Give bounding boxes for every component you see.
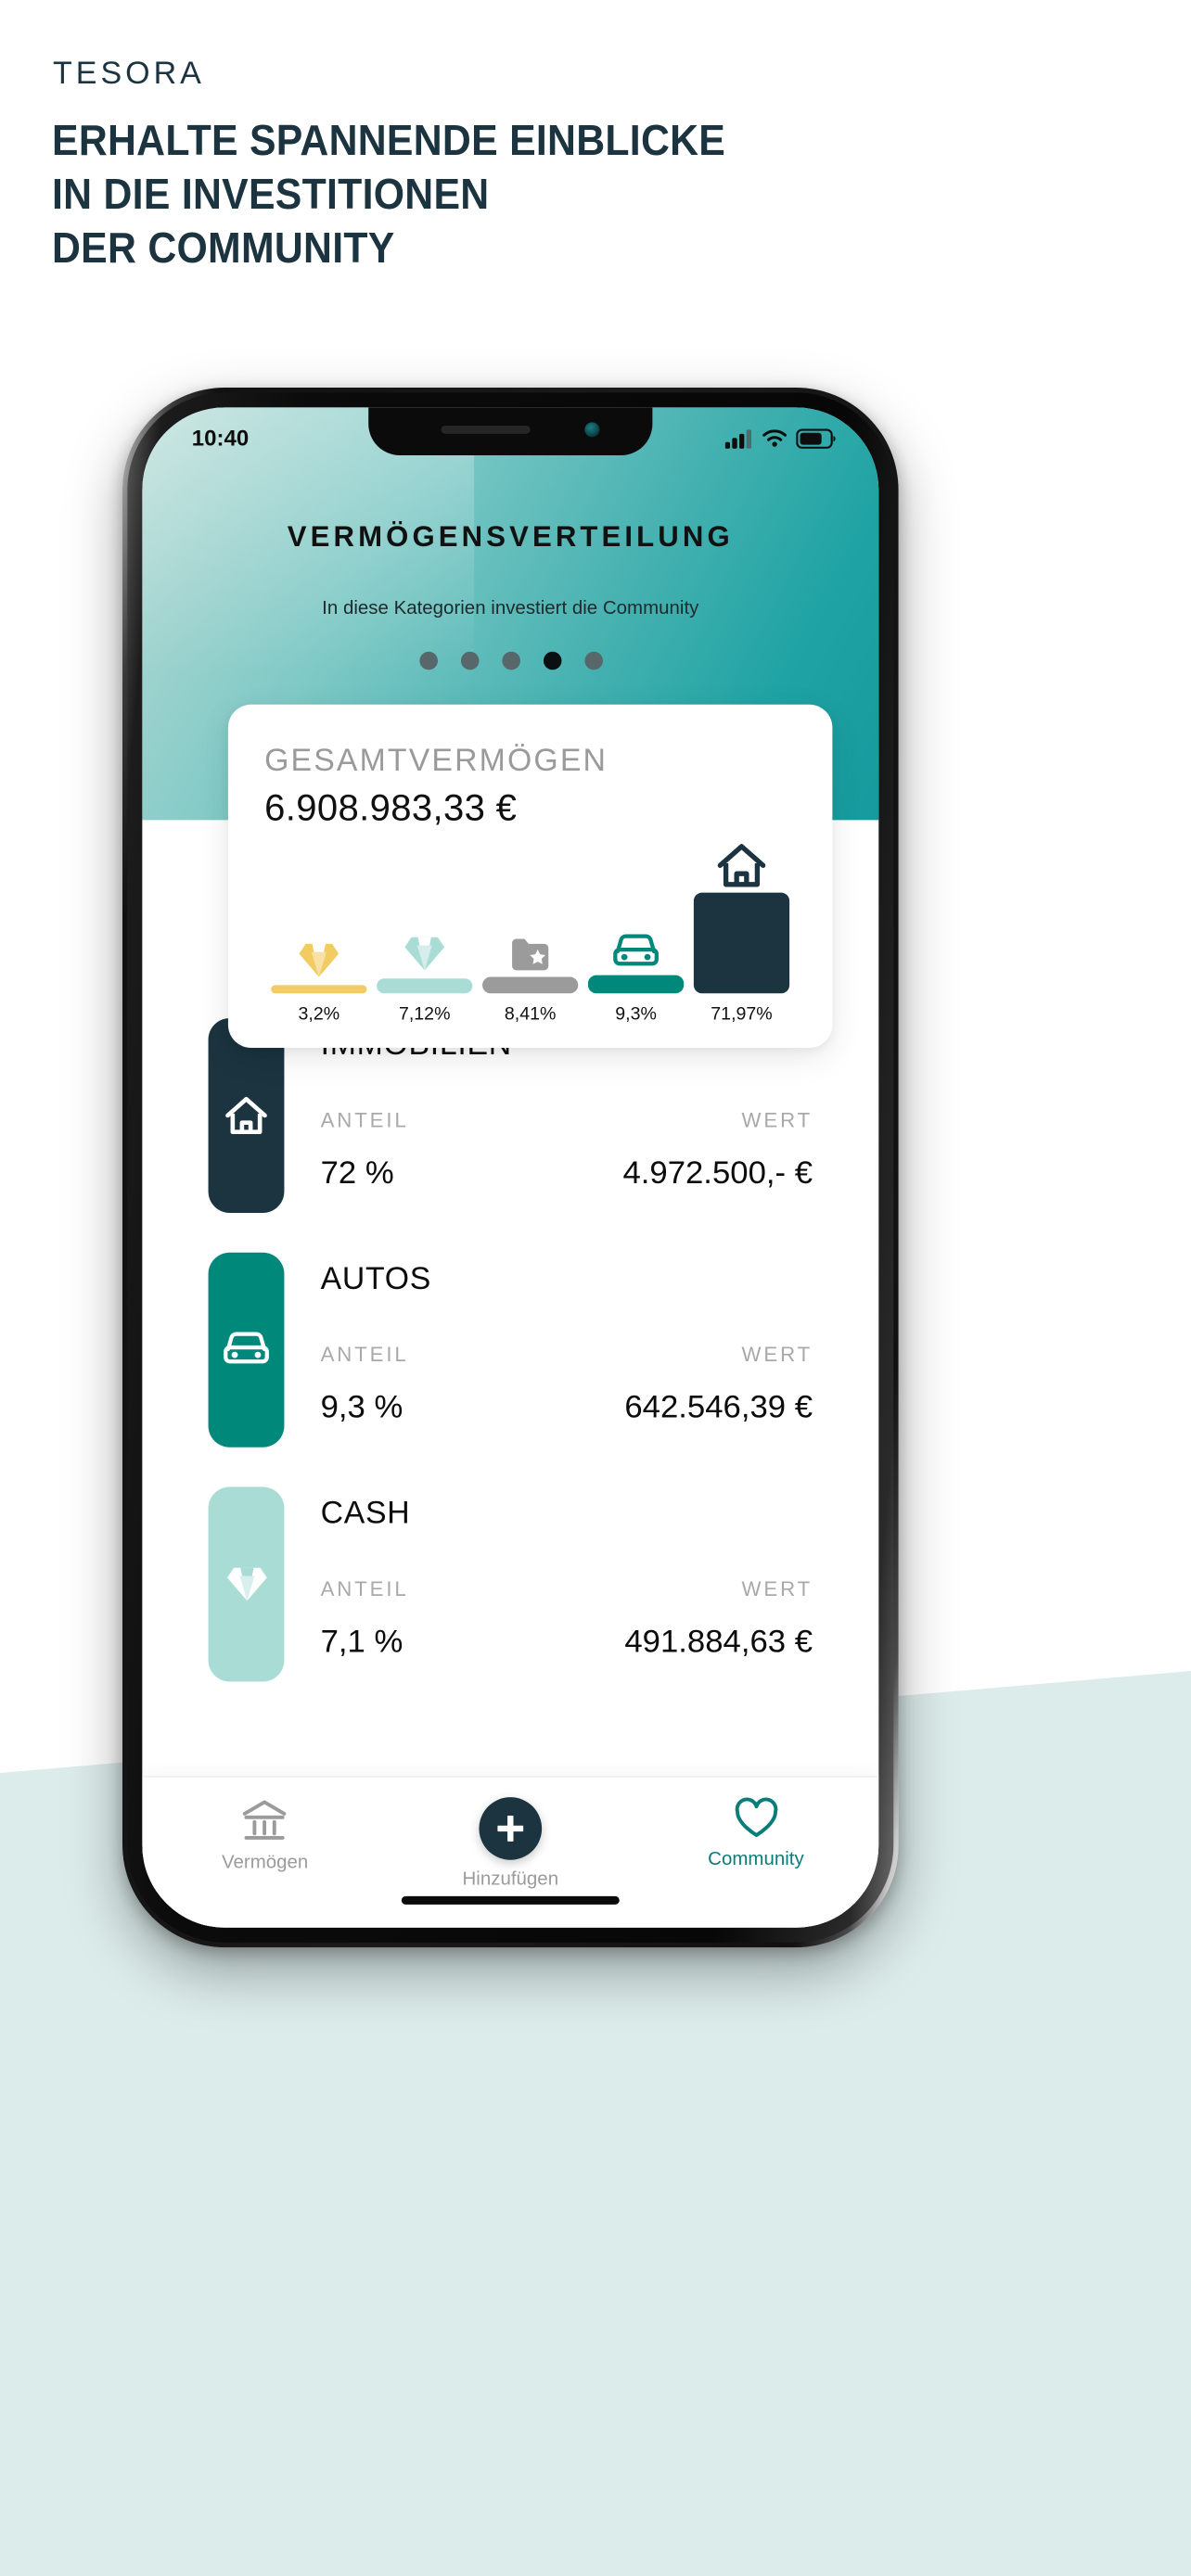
chart-bar-label: 71,97% xyxy=(711,1004,773,1026)
list-item[interactable]: CASH ANTEIL WERT 7,1 % 491.884,63 € xyxy=(142,1486,878,1685)
chart-column: 9,3% xyxy=(587,843,685,1026)
heart-icon xyxy=(735,1797,777,1838)
folder-star-icon xyxy=(510,929,550,972)
house-icon xyxy=(717,843,766,887)
asset-details: AUTOS ANTEIL WERT 9,3 % 642.546,39 € xyxy=(321,1262,813,1427)
home-indicator[interactable] xyxy=(401,1895,620,1905)
asset-value: 491.884,63 € xyxy=(624,1624,813,1661)
tab-label: Vermögen xyxy=(221,1853,309,1873)
chart-column: 8,41% xyxy=(482,843,579,1026)
pager-dot[interactable] xyxy=(460,651,479,670)
chart-bar xyxy=(587,975,685,994)
diamond-icon xyxy=(226,1567,266,1601)
headline-line-1: ERHALTE SPANNENDE EINBLICKE xyxy=(52,116,726,164)
chart-bar xyxy=(693,892,790,994)
asset-value: 4.972.500,- € xyxy=(622,1154,813,1192)
asset-share: 7,1 % xyxy=(320,1624,403,1661)
marketing-copy: TESORA ERHALTE SPANNENDE EINBLICKE IN DI… xyxy=(52,57,776,280)
plus-icon xyxy=(497,1816,524,1842)
screen-title: VERMÖGENSVERTEILUNG xyxy=(287,519,734,553)
total-wealth-label: GESAMTVERMÖGEN xyxy=(264,744,608,779)
asset-values: 72 % 4.972.500,- € xyxy=(321,1155,813,1193)
chart-bar-label: 8,41% xyxy=(504,1004,557,1026)
asset-icon-chip xyxy=(208,1486,285,1682)
add-button[interactable] xyxy=(479,1797,543,1860)
pager-dot-active[interactable] xyxy=(543,651,561,670)
share-header: ANTEIL xyxy=(320,1108,409,1132)
distribution-bar-chart: 3,2% 7,12% 8,41% 9,3% 71,97% xyxy=(264,843,796,1025)
pager-dot[interactable] xyxy=(418,651,438,670)
total-wealth-value: 6.908.983,33 € xyxy=(264,786,518,829)
battery-icon xyxy=(796,427,836,448)
share-header: ANTEIL xyxy=(320,1343,409,1367)
asset-column-headers: ANTEIL WERT xyxy=(321,1577,813,1600)
asset-share: 72 % xyxy=(320,1154,394,1192)
chart-column: 7,12% xyxy=(377,843,473,1026)
page-title: ERHALTE SPANNENDE EINBLICKE IN DIE INVES… xyxy=(52,119,725,270)
status-icons xyxy=(724,427,836,448)
asset-name: CASH xyxy=(320,1497,411,1532)
chart-column: 3,2% xyxy=(271,843,367,1026)
value-header: WERT xyxy=(741,1108,813,1132)
car-icon xyxy=(224,1332,269,1364)
brand-name: TESORA xyxy=(53,56,205,91)
tab-label: Community xyxy=(708,1850,804,1870)
screen-subtitle: In diese Kategorien investiert die Commu… xyxy=(322,598,699,619)
headline-line-2: IN DIE INVESTITIONEN xyxy=(52,169,490,218)
bank-icon xyxy=(243,1800,287,1840)
asset-list: IMMOBILIEN ANTEIL WERT 72 % 4.972.500,- … xyxy=(142,1017,878,1721)
chart-bar xyxy=(482,976,579,994)
asset-values: 9,3 % 642.546,39 € xyxy=(321,1389,813,1427)
pager-dot[interactable] xyxy=(583,651,603,670)
car-icon xyxy=(613,927,660,970)
asset-value: 642.546,39 € xyxy=(624,1389,813,1426)
asset-share: 9,3 % xyxy=(320,1389,403,1426)
chart-bar xyxy=(271,985,367,994)
status-bar: 10:40 xyxy=(142,407,878,462)
tab-community[interactable]: Community xyxy=(634,1797,879,1869)
value-header: WERT xyxy=(741,1343,813,1367)
pager-dots[interactable] xyxy=(142,651,878,670)
asset-details: CASH ANTEIL WERT 7,1 % 491.884,63 € xyxy=(321,1497,813,1662)
diamond-mint-icon xyxy=(403,931,446,974)
asset-column-headers: ANTEIL WERT xyxy=(321,1109,813,1132)
status-time: 10:40 xyxy=(191,425,250,451)
value-header: WERT xyxy=(741,1577,813,1601)
chart-bar xyxy=(377,978,473,994)
tab-label: Hinzufügen xyxy=(462,1869,559,1890)
chart-bar-label: 7,12% xyxy=(398,1004,451,1026)
diamond-gold-icon xyxy=(298,937,340,980)
wifi-icon xyxy=(762,428,788,446)
headline-line-3: DER COMMUNITY xyxy=(52,223,395,272)
cellular-bars-icon xyxy=(724,428,752,448)
asset-icon-chip xyxy=(208,1252,285,1447)
pager-dot[interactable] xyxy=(501,651,520,670)
tab-bar: Vermögen Hinzufügen Community xyxy=(142,1775,879,1928)
tab-vermoegen[interactable]: Vermögen xyxy=(142,1797,388,1873)
share-header: ANTEIL xyxy=(320,1577,409,1601)
total-wealth-card[interactable]: GESAMTVERMÖGEN 6.908.983,33 € 3,2% 7,12%… xyxy=(227,704,833,1048)
asset-name: AUTOS xyxy=(320,1262,432,1297)
asset-details: IMMOBILIEN ANTEIL WERT 72 % 4.972.500,- … xyxy=(321,1028,813,1193)
chart-column: 71,97% xyxy=(693,843,790,1026)
phone-screen: 10:40 VERMÖGENSVERTEILUNG In diese Kateg… xyxy=(142,407,879,1928)
tab-hinzufuegen[interactable]: Hinzufügen xyxy=(388,1797,634,1890)
asset-column-headers: ANTEIL WERT xyxy=(321,1344,813,1367)
list-item[interactable]: AUTOS ANTEIL WERT 9,3 % 642.546,39 € xyxy=(142,1252,878,1451)
asset-values: 7,1 % 491.884,63 € xyxy=(321,1624,813,1662)
phone-mockup: 10:40 VERMÖGENSVERTEILUNG In diese Kateg… xyxy=(122,388,899,1948)
chart-bar-label: 3,2% xyxy=(298,1004,340,1026)
house-icon xyxy=(225,1096,267,1135)
chart-bar-label: 9,3% xyxy=(615,1004,657,1026)
